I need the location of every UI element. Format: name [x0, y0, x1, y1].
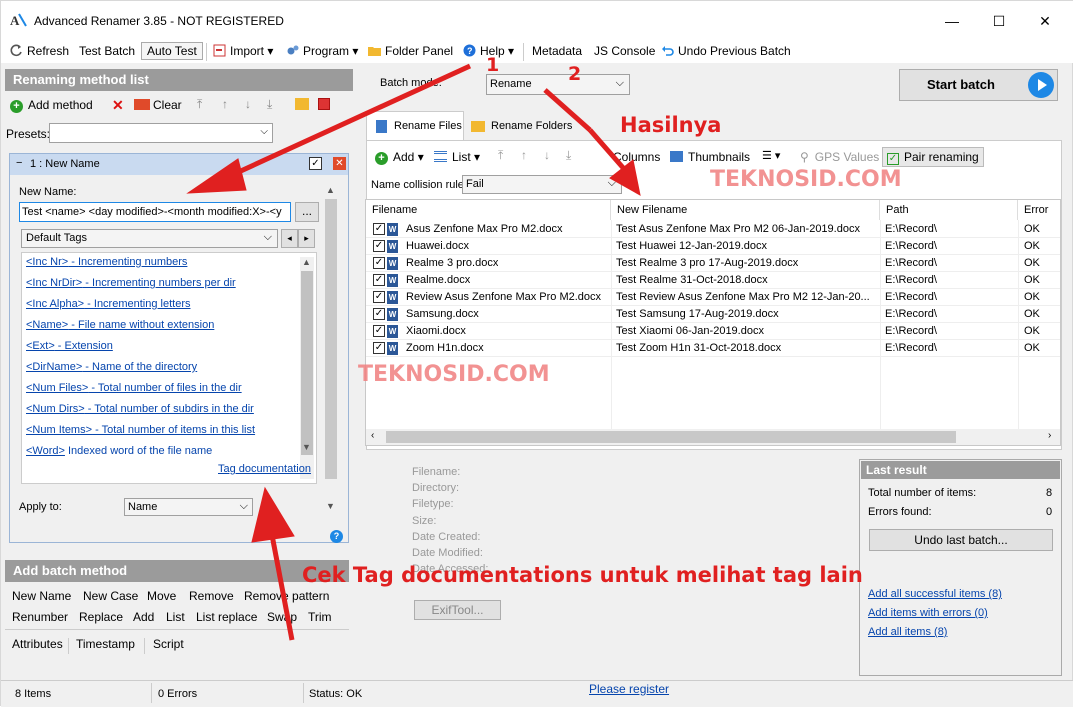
arrow-2-shaft: [543, 88, 592, 132]
arrow-3-head: [251, 486, 295, 543]
watermark: TEKNOSID.COM: [358, 362, 550, 387]
annotation-number-1: 1: [486, 54, 500, 76]
arrow-1-head: [186, 158, 247, 194]
arrow-3-shaft: [269, 534, 295, 641]
annotation-hasilnya: Hasilnya: [620, 113, 722, 137]
arrow-2-head: [609, 159, 641, 196]
annotation-cek-tag: Cek Tag documentations untuk melihat tag…: [302, 563, 863, 587]
annotation-number-2: 2: [568, 63, 582, 85]
watermark: TEKNOSID.COM: [710, 167, 902, 192]
annotation-arrows: [186, 63, 641, 641]
arrow-1-shaft: [230, 63, 472, 178]
